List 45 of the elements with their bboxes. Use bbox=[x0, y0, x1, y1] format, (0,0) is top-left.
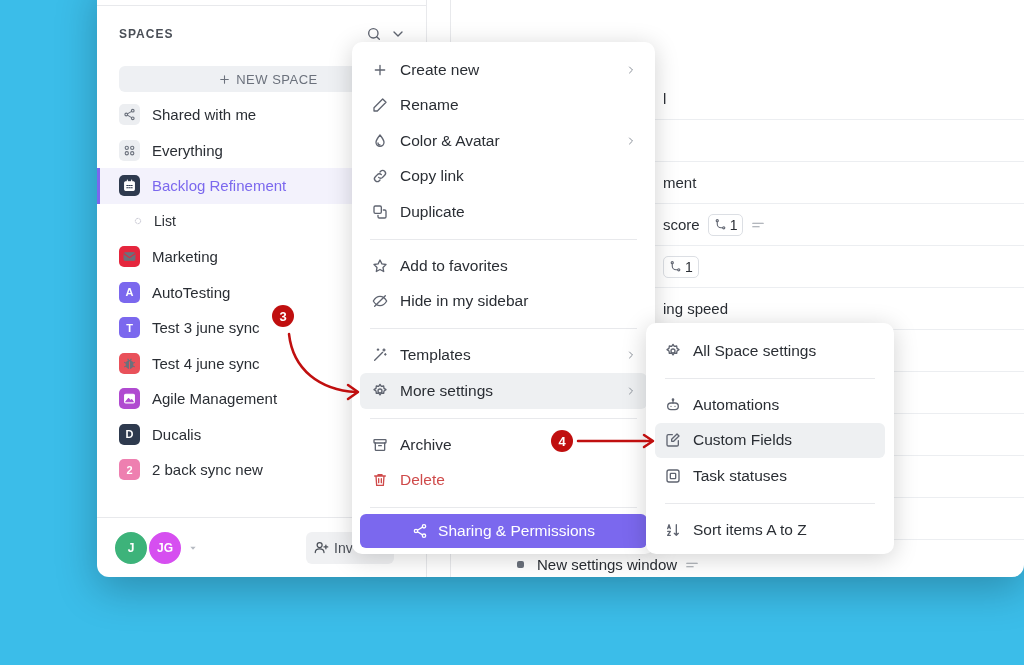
sharing-permissions-button[interactable]: Sharing & Permissions bbox=[360, 513, 647, 548]
edit-icon bbox=[665, 432, 681, 449]
task-name[interactable]: l bbox=[663, 90, 667, 107]
pencil-icon bbox=[372, 97, 388, 114]
space-avatar: D bbox=[119, 423, 140, 445]
archive-icon bbox=[372, 436, 388, 453]
menu-item[interactable]: Automations bbox=[655, 387, 792, 423]
menu-item[interactable]: All Space settings bbox=[655, 333, 829, 369]
square-icon bbox=[665, 467, 681, 484]
menu-item[interactable]: Add to favorites bbox=[360, 248, 520, 284]
share-icon bbox=[412, 522, 429, 539]
dashed-circle-icon bbox=[134, 217, 142, 226]
add-user-icon bbox=[314, 540, 329, 555]
robot-icon bbox=[665, 396, 681, 413]
menu-item[interactable]: Sort items A to Z bbox=[655, 512, 819, 548]
task-name[interactable]: ment bbox=[663, 174, 697, 191]
drop-icon bbox=[372, 132, 388, 149]
subtask-count[interactable]: 1 bbox=[707, 213, 744, 236]
menu-item[interactable]: Hide in my sidebar bbox=[360, 283, 541, 319]
subtask-icon bbox=[713, 218, 727, 231]
search-icon bbox=[366, 26, 382, 42]
task-name[interactable]: score bbox=[663, 216, 700, 233]
section-title: SPACES bbox=[119, 27, 175, 41]
menu-item[interactable]: Task statuses bbox=[655, 458, 799, 494]
subtask-icon bbox=[669, 260, 682, 273]
sort-icon bbox=[665, 521, 681, 538]
space-avatar: A bbox=[119, 281, 140, 303]
menu-item[interactable]: Custom Fields bbox=[655, 422, 885, 458]
menu-item[interactable]: Delete bbox=[360, 462, 457, 498]
menu-item[interactable]: Templates bbox=[360, 337, 647, 373]
menu-item[interactable]: More settings bbox=[360, 373, 647, 409]
duplicate-icon bbox=[372, 203, 388, 220]
menu-item[interactable]: Color & Avatar bbox=[360, 123, 647, 159]
star-icon bbox=[372, 257, 388, 274]
eye-off-icon bbox=[372, 293, 388, 310]
plus-icon bbox=[218, 72, 232, 86]
task-name[interactable]: New settings window bbox=[537, 556, 678, 573]
trash-icon bbox=[372, 472, 388, 489]
subtask-count[interactable]: 1 bbox=[663, 255, 699, 278]
menu-item[interactable]: Archive bbox=[360, 427, 464, 463]
space-avatar: T bbox=[119, 317, 140, 339]
space-avatar: 2 bbox=[119, 459, 140, 481]
wand-icon bbox=[372, 347, 388, 364]
task-name[interactable]: ing speed bbox=[663, 300, 729, 317]
link-icon bbox=[372, 168, 388, 185]
